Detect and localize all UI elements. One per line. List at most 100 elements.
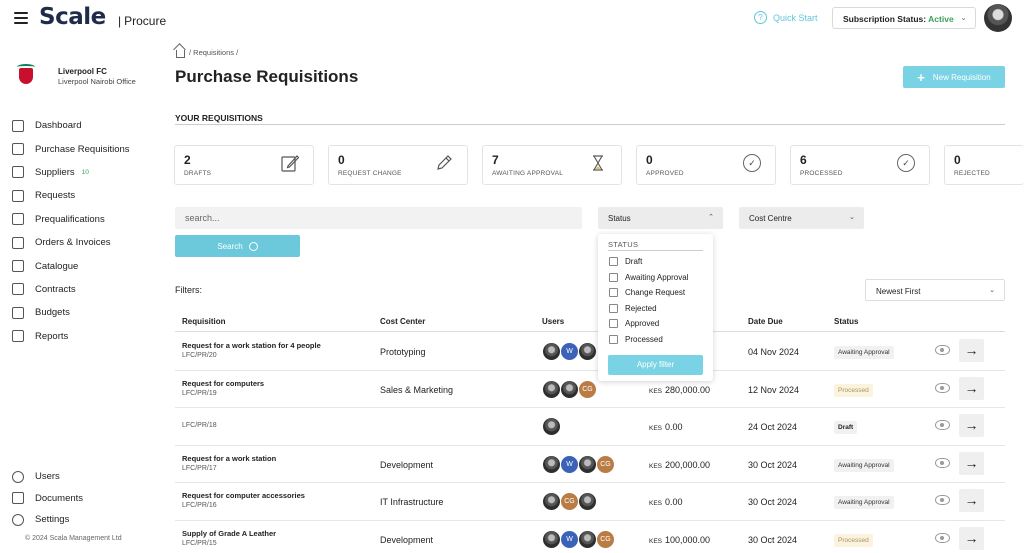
checkbox[interactable] xyxy=(609,319,618,328)
status-option-processed[interactable]: Processed xyxy=(609,334,663,344)
apply-filter-button[interactable]: Apply filter xyxy=(608,355,703,375)
card-request-change[interactable]: 0 REQUEST CHANGE xyxy=(328,145,468,185)
column-header-cost-center[interactable]: Cost Center xyxy=(380,317,425,326)
sidebar-item-catalogue[interactable]: Catalogue xyxy=(12,254,152,277)
open-arrow-button[interactable]: → xyxy=(959,376,984,400)
menu-icon[interactable] xyxy=(14,12,28,24)
open-arrow-button[interactable]: → xyxy=(959,489,984,513)
sidebar-item-settings[interactable]: Settings xyxy=(12,509,152,531)
avatar: CG xyxy=(560,492,579,512)
pencil-icon xyxy=(437,155,452,170)
status-option-awaiting-approval[interactable]: Awaiting Approval xyxy=(609,272,688,282)
contract-icon xyxy=(12,283,24,296)
table-row[interactable]: Request for a work station LFC/PR/17 Dev… xyxy=(175,446,1005,484)
requisition-title: Request for computers xyxy=(182,378,265,388)
table-row[interactable]: Request for computer accessories LFC/PR/… xyxy=(175,483,1005,521)
table-row[interactable]: Supply of Grade A Leather LFC/PR/15 Deve… xyxy=(175,521,1005,553)
open-arrow-button[interactable]: → xyxy=(959,451,984,475)
open-arrow-button[interactable]: → xyxy=(959,414,984,438)
view-icon[interactable] xyxy=(935,495,950,506)
cost-centre-select[interactable]: Cost Centre ⌄ xyxy=(739,207,864,229)
card-awaiting-approval[interactable]: 7 AWAITING APPROVAL xyxy=(482,145,622,185)
date-due: 30 Oct 2024 xyxy=(748,459,798,470)
view-icon[interactable] xyxy=(935,345,950,355)
users-avatars: W CG xyxy=(542,530,615,549)
card-rejected[interactable]: 0 REJECTED xyxy=(944,145,1024,185)
org-office: Liverpool Nairobi Office xyxy=(58,76,136,86)
sidebar-item-contracts[interactable]: Contracts xyxy=(12,278,152,301)
subscription-label: Subscription Status: xyxy=(843,14,927,24)
quick-start-link[interactable]: ? Quick Start xyxy=(754,11,818,24)
status-option-approved[interactable]: Approved xyxy=(609,319,659,328)
currency: KES xyxy=(649,538,663,545)
requisition-title: Request for computer accessories xyxy=(182,491,305,501)
open-arrow-button[interactable]: → xyxy=(959,339,984,362)
amount-value: 100,000.00 xyxy=(665,535,711,545)
card-approved[interactable]: 0 APPROVED ✓ xyxy=(636,145,776,185)
amount: KES 0.00 xyxy=(649,422,683,432)
sidebar-item-reports[interactable]: Reports xyxy=(12,325,152,348)
option-label: Rejected xyxy=(625,303,657,313)
card-drafts[interactable]: 2 DRAFTS xyxy=(174,145,314,185)
status-option-draft[interactable]: Draft xyxy=(609,257,642,266)
checkbox[interactable] xyxy=(609,303,618,313)
page-title: Purchase Requisitions xyxy=(175,67,359,86)
date-due: 30 Oct 2024 xyxy=(748,535,798,545)
view-icon[interactable] xyxy=(935,382,950,393)
card-count: 7 xyxy=(492,153,499,167)
sidebar-item-label: Budgets xyxy=(35,307,70,319)
search-input[interactable] xyxy=(175,207,582,229)
status-select[interactable]: Status ⌃ xyxy=(598,207,723,229)
user-avatar[interactable] xyxy=(984,4,1012,32)
date-due: 12 Nov 2024 xyxy=(748,384,800,395)
sidebar-item-dashboard[interactable]: Dashboard xyxy=(12,114,152,137)
brand-logo[interactable]: Scale xyxy=(39,4,106,30)
breadcrumb-path[interactable]: / Requisitions / xyxy=(189,48,238,57)
table-row[interactable]: LFC/PR/18 KES 0.00 24 Oct 2024 Draft → xyxy=(175,408,1005,446)
sidebar-item-purchase-requisitions[interactable]: Purchase Requisitions xyxy=(12,137,152,160)
status-option-change-request[interactable]: Change Request xyxy=(609,288,685,297)
table-row[interactable]: Request for computers LFC/PR/19 Sales & … xyxy=(175,371,1005,409)
checkbox[interactable] xyxy=(609,288,618,297)
date-due: 04 Nov 2024 xyxy=(748,347,800,357)
sidebar-item-documents[interactable]: Documents xyxy=(12,488,152,510)
status-option-rejected[interactable]: Rejected xyxy=(609,303,657,313)
amount: KES 0.00 xyxy=(649,497,683,507)
sidebar-item-budgets[interactable]: Budgets xyxy=(12,301,152,324)
check-circle-icon: ✓ xyxy=(897,154,915,172)
card-processed[interactable]: 6 PROCESSED ✓ xyxy=(790,145,930,185)
checkbox[interactable] xyxy=(609,272,618,282)
sidebar-item-requests[interactable]: Requests xyxy=(12,184,152,207)
checkbox[interactable] xyxy=(609,334,618,344)
sidebar-item-suppliers[interactable]: Suppliers 10 xyxy=(12,161,152,184)
card-label: PROCESSED xyxy=(800,170,843,177)
avatar xyxy=(578,530,597,549)
sidebar-item-orders-invoices[interactable]: Orders & Invoices xyxy=(12,231,152,254)
checkbox[interactable] xyxy=(609,257,618,266)
status-badge: Processed xyxy=(834,383,873,397)
sidebar-item-label: Dashboard xyxy=(35,120,82,132)
avatar xyxy=(542,492,561,512)
sidebar-item-prequalifications[interactable]: Prequalifications xyxy=(12,208,152,231)
table-row[interactable]: Request for a work station for 4 people … xyxy=(175,333,1005,371)
column-header-date-due[interactable]: Date Due xyxy=(748,317,783,326)
home-icon[interactable] xyxy=(176,49,185,58)
open-arrow-button[interactable]: → xyxy=(959,527,984,550)
view-icon[interactable] xyxy=(935,457,950,468)
view-icon[interactable] xyxy=(935,420,950,431)
status-select-label: Status xyxy=(608,214,631,223)
new-requisition-button[interactable]: + New Requisition xyxy=(903,66,1005,88)
gear-icon xyxy=(12,513,24,526)
column-header-requisition[interactable]: Requisition xyxy=(182,317,226,326)
column-header-status[interactable]: Status xyxy=(834,317,858,326)
archive-icon xyxy=(12,260,24,273)
sort-select[interactable]: Newest First ⌄ xyxy=(865,279,1005,301)
search-button[interactable]: Search xyxy=(175,235,300,257)
date-due: 30 Oct 2024 xyxy=(748,497,798,508)
avatar xyxy=(542,417,561,437)
subscription-status-dropdown[interactable]: Subscription Status: Active ⌄ xyxy=(832,7,976,29)
column-header-users[interactable]: Users xyxy=(542,317,564,326)
avatar xyxy=(542,379,561,399)
view-icon[interactable] xyxy=(935,533,950,543)
sidebar-item-users[interactable]: Users xyxy=(12,466,152,488)
